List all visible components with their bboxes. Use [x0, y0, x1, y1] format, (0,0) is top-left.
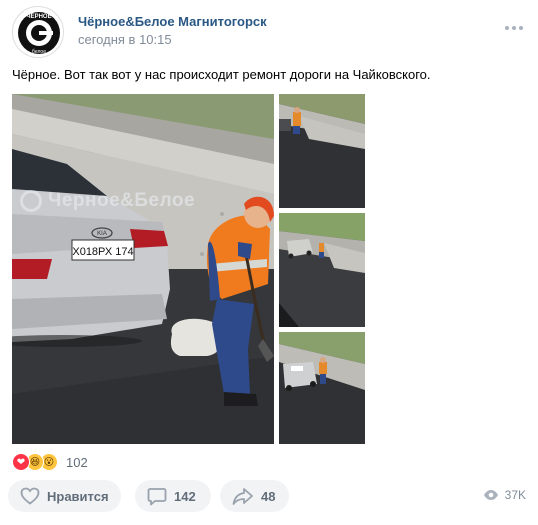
- photo-gallery: Х018РХ 174 KIA Черное&Белое: [12, 94, 365, 444]
- comment-icon: [147, 487, 167, 505]
- reactions-count: 102: [66, 454, 88, 470]
- car-badge: KIA: [97, 231, 107, 237]
- like-label: Нравится: [47, 488, 109, 504]
- reactions-summary[interactable]: ❤ 😆 😮 102: [12, 452, 88, 472]
- heart-icon: ❤: [12, 453, 30, 471]
- post-text: Чёрное. Вот так вот у нас происходит рем…: [12, 67, 431, 82]
- like-button[interactable]: Нравится: [8, 480, 121, 512]
- post-header: ЧЕРНОЕ белое Чёрное&Белое Магнитогорск с…: [12, 6, 526, 58]
- avatar-bottom-text: белое: [32, 49, 46, 55]
- community-avatar[interactable]: ЧЕРНОЕ белое: [12, 6, 64, 58]
- share-button[interactable]: 48: [220, 480, 289, 512]
- post-actions: Нравится 142 48 37K: [8, 480, 526, 512]
- photo-thumbnail-2[interactable]: [279, 213, 365, 327]
- photo-thumbnail-3[interactable]: [279, 332, 365, 444]
- photo-thumbnail-1[interactable]: [279, 94, 365, 208]
- avatar-top-text: ЧЕРНОЕ: [26, 14, 51, 20]
- share-icon: [232, 488, 253, 505]
- post-time[interactable]: сегодня в 10:15: [78, 32, 172, 47]
- views-counter: 37K: [483, 488, 526, 502]
- comments-count: 142: [174, 488, 196, 504]
- photo-main[interactable]: Х018РХ 174 KIA Черное&Белое: [12, 94, 274, 444]
- views-count: 37K: [504, 488, 526, 502]
- wall-post: ЧЕРНОЕ белое Чёрное&Белое Магнитогорск с…: [0, 0, 538, 525]
- license-plate: Х018РХ 174: [72, 246, 133, 258]
- comment-button[interactable]: 142: [135, 480, 211, 512]
- shares-count: 48: [261, 488, 276, 504]
- eye-icon: [483, 490, 498, 500]
- more-options-icon[interactable]: [502, 20, 526, 36]
- author-name[interactable]: Чёрное&Белое Магнитогорск: [78, 14, 267, 29]
- like-heart-icon: [20, 487, 40, 505]
